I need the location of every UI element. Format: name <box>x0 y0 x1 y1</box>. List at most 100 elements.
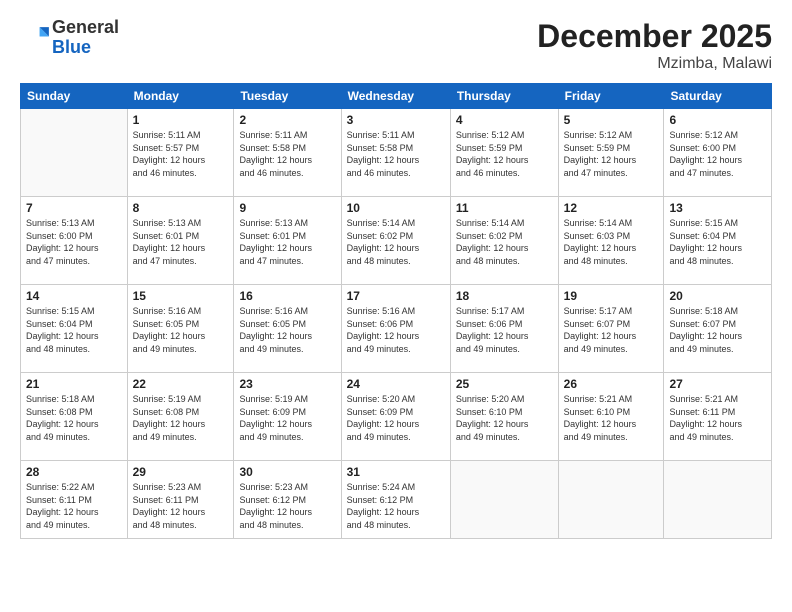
table-row: 12 Sunrise: 5:14 AMSunset: 6:03 PMDayligh… <box>558 197 664 285</box>
day-number: 24 <box>347 377 445 391</box>
day-number: 30 <box>239 465 335 479</box>
day-number: 9 <box>239 201 335 215</box>
day-info: Sunrise: 5:21 AMSunset: 6:11 PMDaylight:… <box>669 393 766 443</box>
logo-icon <box>24 24 52 52</box>
day-number: 13 <box>669 201 766 215</box>
table-row: 4 Sunrise: 5:12 AMSunset: 5:59 PMDaylight… <box>450 109 558 197</box>
day-info: Sunrise: 5:14 AMSunset: 6:02 PMDaylight:… <box>456 217 553 267</box>
day-info: Sunrise: 5:14 AMSunset: 6:03 PMDaylight:… <box>564 217 659 267</box>
table-row <box>664 461 772 539</box>
day-info: Sunrise: 5:11 AMSunset: 5:58 PMDaylight:… <box>239 129 335 179</box>
col-tuesday: Tuesday <box>234 84 341 109</box>
day-info: Sunrise: 5:13 AMSunset: 6:01 PMDaylight:… <box>239 217 335 267</box>
day-info: Sunrise: 5:18 AMSunset: 6:08 PMDaylight:… <box>26 393 122 443</box>
day-info: Sunrise: 5:15 AMSunset: 6:04 PMDaylight:… <box>669 217 766 267</box>
day-number: 15 <box>133 289 229 303</box>
title-block: December 2025 Mzimba, Malawi <box>537 18 772 73</box>
day-number: 20 <box>669 289 766 303</box>
day-info: Sunrise: 5:12 AMSunset: 6:00 PMDaylight:… <box>669 129 766 179</box>
table-row: 16 Sunrise: 5:16 AMSunset: 6:05 PMDayligh… <box>234 285 341 373</box>
day-number: 1 <box>133 113 229 127</box>
day-number: 3 <box>347 113 445 127</box>
day-info: Sunrise: 5:23 AMSunset: 6:12 PMDaylight:… <box>239 481 335 531</box>
table-row <box>450 461 558 539</box>
table-row: 9 Sunrise: 5:13 AMSunset: 6:01 PMDaylight… <box>234 197 341 285</box>
day-number: 2 <box>239 113 335 127</box>
table-row: 1 Sunrise: 5:11 AMSunset: 5:57 PMDaylight… <box>127 109 234 197</box>
day-number: 7 <box>26 201 122 215</box>
table-row: 18Sunrise: 5:17 AMSunset: 6:06 PMDayligh… <box>450 285 558 373</box>
col-saturday: Saturday <box>664 84 772 109</box>
day-info: Sunrise: 5:18 AMSunset: 6:07 PMDaylight:… <box>669 305 766 355</box>
table-row: 8Sunrise: 5:13 AMSunset: 6:01 PMDaylight… <box>127 197 234 285</box>
day-number: 18 <box>456 289 553 303</box>
calendar-week-row: 7 Sunrise: 5:13 AMSunset: 6:00 PMDaylight… <box>21 197 772 285</box>
day-number: 4 <box>456 113 553 127</box>
table-row: 30 Sunrise: 5:23 AMSunset: 6:12 PMDayligh… <box>234 461 341 539</box>
calendar-week-row: 28Sunrise: 5:22 AMSunset: 6:11 PMDayligh… <box>21 461 772 539</box>
day-info: Sunrise: 5:15 AMSunset: 6:04 PMDaylight:… <box>26 305 122 355</box>
table-row: 24Sunrise: 5:20 AMSunset: 6:09 PMDayligh… <box>341 373 450 461</box>
table-row: 28Sunrise: 5:22 AMSunset: 6:11 PMDayligh… <box>21 461 128 539</box>
day-number: 29 <box>133 465 229 479</box>
day-info: Sunrise: 5:12 AMSunset: 5:59 PMDaylight:… <box>456 129 553 179</box>
page: General Blue December 2025 Mzimba, Malaw… <box>0 0 792 612</box>
col-monday: Monday <box>127 84 234 109</box>
day-info: Sunrise: 5:19 AMSunset: 6:09 PMDaylight:… <box>239 393 335 443</box>
day-info: Sunrise: 5:16 AMSunset: 6:05 PMDaylight:… <box>133 305 229 355</box>
day-number: 10 <box>347 201 445 215</box>
table-row: 15 Sunrise: 5:16 AMSunset: 6:05 PMDayligh… <box>127 285 234 373</box>
day-number: 5 <box>564 113 659 127</box>
day-info: Sunrise: 5:12 AMSunset: 5:59 PMDaylight:… <box>564 129 659 179</box>
day-info: Sunrise: 5:11 AMSunset: 5:57 PMDaylight:… <box>133 129 229 179</box>
table-row: 22Sunrise: 5:19 AMSunset: 6:08 PMDayligh… <box>127 373 234 461</box>
col-sunday: Sunday <box>21 84 128 109</box>
day-number: 16 <box>239 289 335 303</box>
table-row: 23 Sunrise: 5:19 AMSunset: 6:09 PMDayligh… <box>234 373 341 461</box>
table-row: 27 Sunrise: 5:21 AMSunset: 6:11 PMDayligh… <box>664 373 772 461</box>
day-number: 27 <box>669 377 766 391</box>
day-number: 22 <box>133 377 229 391</box>
day-number: 21 <box>26 377 122 391</box>
table-row <box>558 461 664 539</box>
calendar-table: Sunday Monday Tuesday Wednesday Thursday… <box>20 83 772 539</box>
day-info: Sunrise: 5:13 AMSunset: 6:00 PMDaylight:… <box>26 217 122 267</box>
day-number: 31 <box>347 465 445 479</box>
table-row: 21 Sunrise: 5:18 AMSunset: 6:08 PMDayligh… <box>21 373 128 461</box>
table-row: 10Sunrise: 5:14 AMSunset: 6:02 PMDayligh… <box>341 197 450 285</box>
calendar-week-row: 14 Sunrise: 5:15 AMSunset: 6:04 PMDayligh… <box>21 285 772 373</box>
day-info: Sunrise: 5:24 AMSunset: 6:12 PMDaylight:… <box>347 481 445 531</box>
day-number: 23 <box>239 377 335 391</box>
logo: General Blue <box>20 18 119 58</box>
calendar-title: December 2025 <box>537 18 772 55</box>
col-thursday: Thursday <box>450 84 558 109</box>
table-row: 3Sunrise: 5:11 AMSunset: 5:58 PMDaylight… <box>341 109 450 197</box>
table-row: 14 Sunrise: 5:15 AMSunset: 6:04 PMDayligh… <box>21 285 128 373</box>
day-info: Sunrise: 5:13 AMSunset: 6:01 PMDaylight:… <box>133 217 229 267</box>
day-number: 17 <box>347 289 445 303</box>
header: General Blue December 2025 Mzimba, Malaw… <box>20 18 772 73</box>
day-number: 26 <box>564 377 659 391</box>
calendar-week-row: 1 Sunrise: 5:11 AMSunset: 5:57 PMDaylight… <box>21 109 772 197</box>
calendar-week-row: 21 Sunrise: 5:18 AMSunset: 6:08 PMDayligh… <box>21 373 772 461</box>
table-row: 5 Sunrise: 5:12 AMSunset: 5:59 PMDaylight… <box>558 109 664 197</box>
table-row: 29 Sunrise: 5:23 AMSunset: 6:11 PMDayligh… <box>127 461 234 539</box>
table-row: 13 Sunrise: 5:15 AMSunset: 6:04 PMDayligh… <box>664 197 772 285</box>
day-info: Sunrise: 5:21 AMSunset: 6:10 PMDaylight:… <box>564 393 659 443</box>
day-info: Sunrise: 5:16 AMSunset: 6:05 PMDaylight:… <box>239 305 335 355</box>
table-row: 19Sunrise: 5:17 AMSunset: 6:07 PMDayligh… <box>558 285 664 373</box>
day-number: 14 <box>26 289 122 303</box>
day-info: Sunrise: 5:23 AMSunset: 6:11 PMDaylight:… <box>133 481 229 531</box>
logo-text: General Blue <box>52 18 119 58</box>
day-number: 6 <box>669 113 766 127</box>
calendar-header-row: Sunday Monday Tuesday Wednesday Thursday… <box>21 84 772 109</box>
day-number: 12 <box>564 201 659 215</box>
table-row: 26 Sunrise: 5:21 AMSunset: 6:10 PMDayligh… <box>558 373 664 461</box>
table-row: 25Sunrise: 5:20 AMSunset: 6:10 PMDayligh… <box>450 373 558 461</box>
table-row: 17Sunrise: 5:16 AMSunset: 6:06 PMDayligh… <box>341 285 450 373</box>
day-number: 11 <box>456 201 553 215</box>
table-row: 20 Sunrise: 5:18 AMSunset: 6:07 PMDayligh… <box>664 285 772 373</box>
table-row <box>21 109 128 197</box>
day-number: 28 <box>26 465 122 479</box>
table-row: 7 Sunrise: 5:13 AMSunset: 6:00 PMDaylight… <box>21 197 128 285</box>
